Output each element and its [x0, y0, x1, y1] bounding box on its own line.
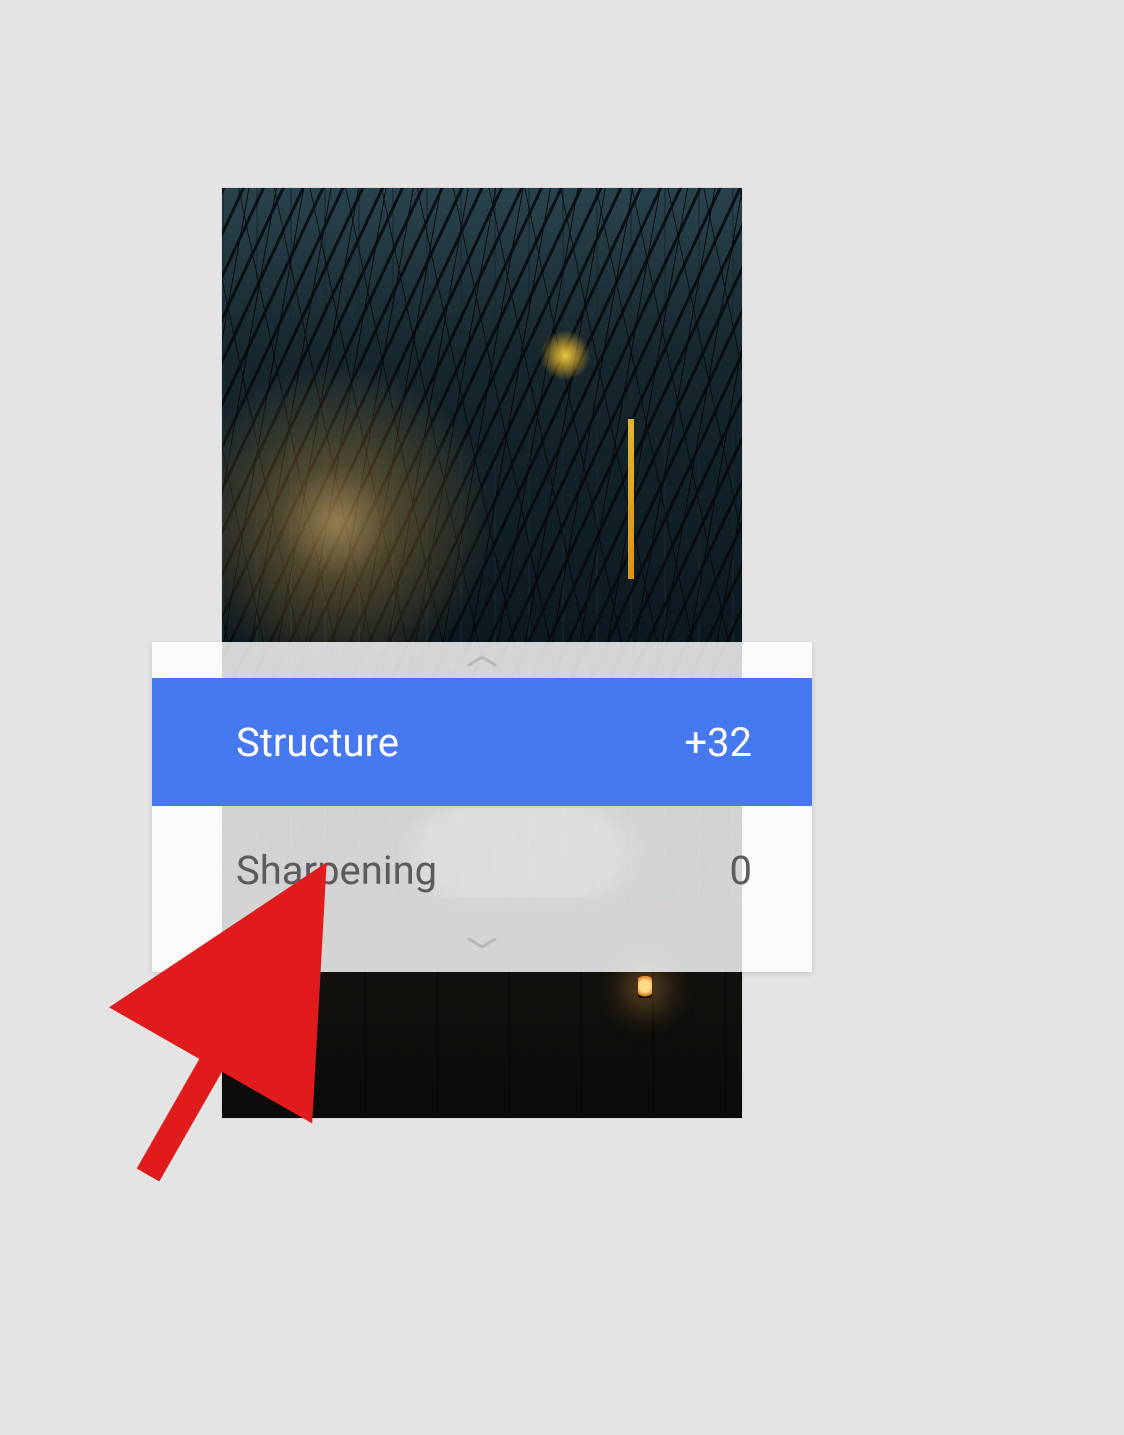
chevron-up-icon[interactable]: [465, 652, 499, 670]
adjustments-panel: Structure +32 Sharpening 0: [152, 642, 812, 972]
structure-row[interactable]: Structure +32: [152, 678, 812, 806]
structure-label: Structure: [236, 719, 399, 766]
chevron-down-icon[interactable]: [465, 934, 499, 952]
structure-value: +32: [684, 719, 752, 766]
sharpening-label: Sharpening: [236, 847, 437, 894]
preview-lantern: [638, 976, 652, 998]
sharpening-row[interactable]: Sharpening 0: [152, 806, 812, 934]
sharpening-value: 0: [730, 847, 752, 894]
